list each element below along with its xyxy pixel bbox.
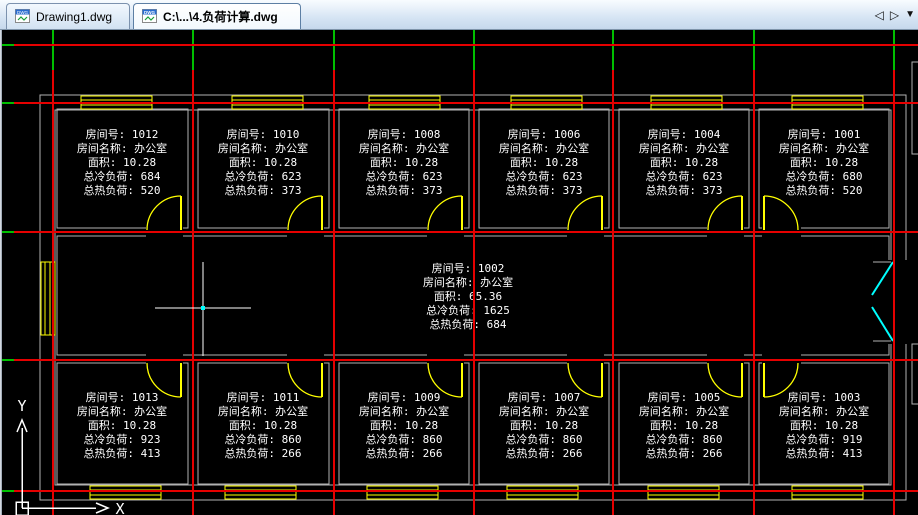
- tab-list-button[interactable]: ▼: [903, 7, 917, 23]
- svg-text:DWG: DWG: [144, 10, 155, 15]
- tab-label: Drawing1.dwg: [36, 10, 112, 24]
- tab-load-calc-dwg[interactable]: DWG C:\...\4.负荷计算.dwg: [133, 3, 301, 29]
- crosshair-pickbox: [201, 306, 205, 310]
- svg-text:DWG: DWG: [17, 10, 28, 15]
- tab-nav-buttons: ◁ ▷ ▼: [873, 7, 917, 23]
- tab-drawing1[interactable]: DWG Drawing1.dwg: [6, 3, 130, 29]
- drawing-canvas[interactable]: 房间号: 1012房间名称: 办公室面积: 10.28总冷负荷: 684总热负荷…: [0, 30, 918, 515]
- grid-and-cursor-layer: YX: [0, 30, 918, 515]
- tab-label: C:\...\4.负荷计算.dwg: [163, 8, 278, 25]
- scroll-tabs-right-button[interactable]: ▷: [888, 7, 901, 23]
- tab-bar: DWG Drawing1.dwg DWG C:\...\4.负荷计算.dwg ◁…: [0, 0, 918, 30]
- dwg-file-icon: DWG: [15, 9, 31, 24]
- ucs-x-label: X: [115, 500, 124, 515]
- dwg-file-icon: DWG: [142, 9, 158, 24]
- canvas-left-border: [0, 30, 2, 515]
- app-window: DWG Drawing1.dwg DWG C:\...\4.负荷计算.dwg ◁…: [0, 0, 918, 515]
- ucs-x-arrowhead: [96, 503, 108, 513]
- scroll-tabs-left-button[interactable]: ◁: [873, 7, 886, 23]
- ucs-y-label: Y: [17, 397, 26, 415]
